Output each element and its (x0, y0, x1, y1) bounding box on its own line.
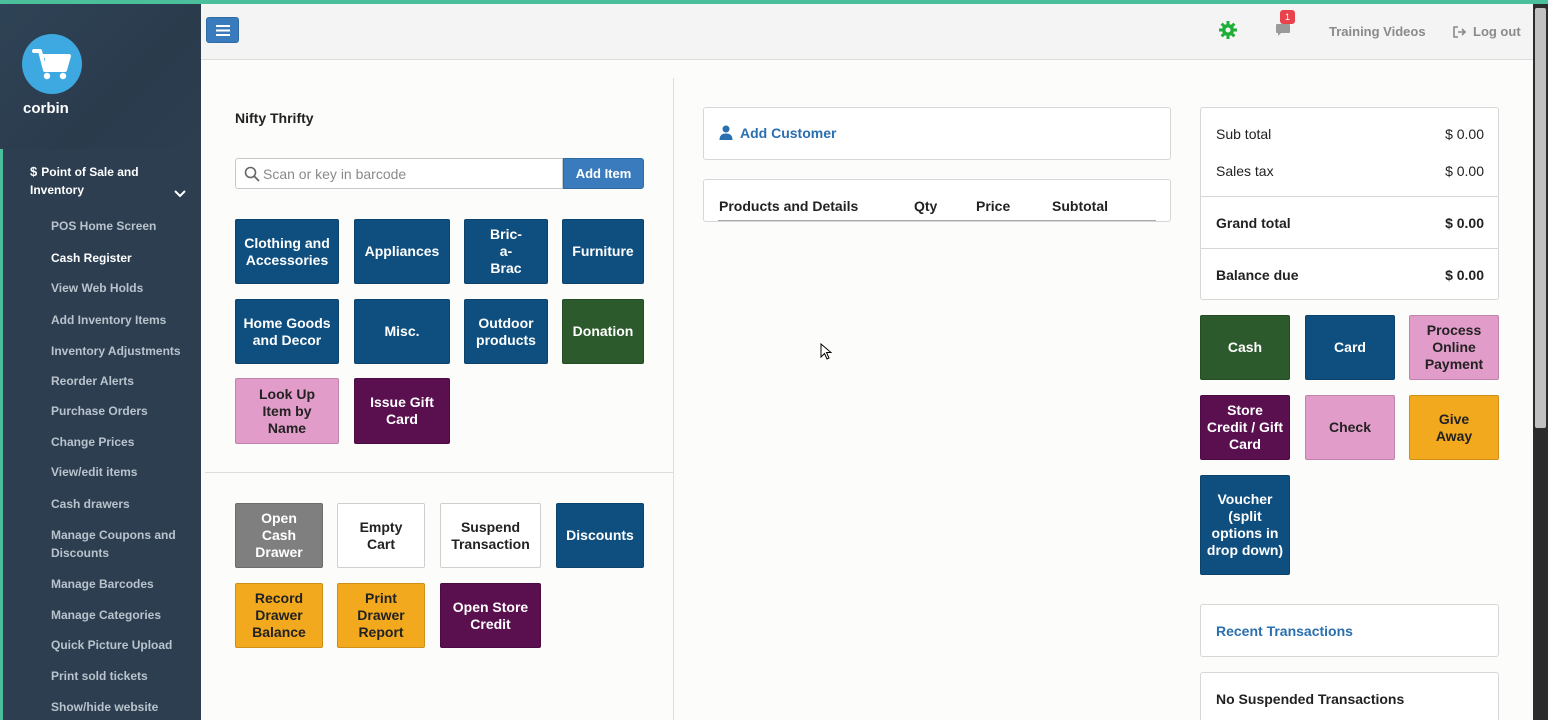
store-name: Nifty Thrifty (235, 110, 314, 126)
tile-suspend-transaction[interactable]: Suspend Transaction (440, 503, 541, 568)
recent-transactions-link[interactable]: Recent Transactions (1216, 623, 1353, 639)
tile-clothing-and-accessories[interactable]: Clothing and Accessories (235, 219, 339, 284)
add-item-button[interactable]: Add Item (563, 158, 644, 189)
tile-discounts[interactable]: Discounts (556, 503, 644, 568)
sidebar-item[interactable]: POS Home Screen (51, 217, 191, 235)
notification-badge: 1 (1280, 10, 1295, 24)
sidebar-item[interactable]: Reorder Alerts (51, 372, 191, 390)
tile-misc[interactable]: Misc. (354, 299, 450, 364)
recent-transactions-box[interactable]: Recent Transactions (1200, 604, 1499, 657)
gear-icon[interactable] (1219, 21, 1237, 44)
sidebar-item[interactable]: Cash Register (51, 249, 191, 267)
tile-home-goods-and-decor[interactable]: Home Goods and Decor (235, 299, 339, 364)
tile-bric-a-brac[interactable]: Bric-a-Brac (464, 219, 548, 284)
sidebar-item[interactable]: View Web Holds (51, 279, 191, 297)
sidebar-item[interactable]: View/edit items (51, 463, 191, 481)
balance-due-label: Balance due (1216, 267, 1299, 283)
logout-label: Log out (1473, 24, 1521, 39)
sidebar-item[interactable]: Print sold tickets (51, 667, 191, 685)
col-products-and-details: Products and Details (719, 198, 859, 214)
nav-section-header[interactable]: $ Point of Sale and Inventory (30, 163, 195, 199)
header-underline (718, 220, 1156, 221)
tile-look-up-item-by-name[interactable]: Look Up Item by Name (235, 378, 339, 444)
topbar: 1 Training Videos Log out (201, 4, 1533, 60)
sub-total-row: Sub total $ 0.00 (1216, 126, 1484, 142)
totals-box: Sub total $ 0.00 Sales tax $ 0.00 Grand … (1200, 107, 1499, 300)
user-icon (719, 125, 733, 140)
totals-divider (1201, 196, 1498, 197)
cart-logo-icon (22, 34, 82, 94)
col-qty: Qty (914, 198, 938, 214)
dollar-icon: $ (30, 164, 38, 179)
logout-link[interactable]: Log out (1453, 24, 1521, 39)
sidebar: corbin $ Point of Sale and Inventory POS … (0, 4, 201, 720)
nav-section-label: Point of Sale and Inventory (30, 165, 139, 197)
hamburger-icon (215, 24, 230, 36)
tile-issue-gift-card[interactable]: Issue Gift Card (354, 378, 450, 444)
pay-check-button[interactable]: Check (1305, 395, 1395, 460)
sales-tax-row: Sales tax $ 0.00 (1216, 163, 1484, 179)
sidebar-item[interactable]: Show/hide website items (51, 698, 191, 720)
training-videos-link[interactable]: Training Videos (1329, 24, 1426, 39)
nav-section-pos: $ Point of Sale and Inventory POS Home Sc… (0, 149, 201, 720)
tile-donation[interactable]: Donation (562, 299, 644, 364)
sidebar-item[interactable]: Manage Barcodes (51, 575, 191, 593)
tile-empty-cart[interactable]: Empty Cart (337, 503, 425, 568)
panel-divider-vertical (673, 78, 674, 720)
username: corbin (23, 100, 69, 117)
sub-total-value: $ 0.00 (1445, 126, 1484, 142)
add-customer-box[interactable]: Add Customer (703, 107, 1171, 160)
suspended-transactions-box: No Suspended Transactions (1200, 672, 1499, 720)
col-price: Price (976, 198, 1011, 214)
barcode-search (235, 158, 563, 189)
sidebar-item[interactable]: Quick Picture Upload (51, 636, 191, 654)
chevron-down-icon[interactable] (174, 185, 186, 203)
sidebar-item[interactable]: Add Inventory Items (51, 311, 191, 329)
grand-total-value: $ 0.00 (1445, 215, 1484, 231)
sidebar-item[interactable]: Inventory Adjustments (51, 342, 191, 360)
sidebar-item[interactable]: Purchase Orders (51, 402, 191, 420)
col-subtotal: Subtotal (1052, 198, 1108, 214)
cart-table: Products and Details Qty Price Subtotal (703, 179, 1171, 222)
totals-divider (1201, 248, 1498, 249)
sidebar-profile: corbin (0, 4, 201, 149)
scrollbar-thumb[interactable] (1535, 8, 1546, 428)
pay-cash-button[interactable]: Cash (1200, 315, 1290, 380)
tile-outdoor-products[interactable]: Outdoor products (464, 299, 548, 364)
add-customer-link[interactable]: Add Customer (740, 125, 836, 141)
sidebar-item[interactable]: Manage Coupons and Discounts (51, 526, 191, 562)
sidebar-item[interactable]: Manage Categories (51, 606, 191, 624)
sales-tax-value: $ 0.00 (1445, 163, 1484, 179)
tile-record-drawer-balance[interactable]: Record Drawer Balance (235, 583, 323, 648)
sub-total-label: Sub total (1216, 126, 1272, 142)
sign-out-icon (1453, 25, 1467, 38)
grand-total-label: Grand total (1216, 215, 1291, 231)
sidebar-item[interactable]: Change Prices (51, 433, 191, 451)
panel-divider (205, 472, 673, 473)
tile-furniture[interactable]: Furniture (562, 219, 644, 284)
tile-open-store-credit[interactable]: Open Store Credit (440, 583, 541, 648)
balance-due-value: $ 0.00 (1445, 267, 1484, 283)
grand-total-row: Grand total $ 0.00 (1216, 215, 1484, 231)
pay-give-away-button[interactable]: Give Away (1409, 395, 1499, 460)
sidebar-item[interactable]: Cash drawers (51, 495, 191, 513)
tile-appliances[interactable]: Appliances (354, 219, 450, 284)
mouse-cursor-icon (820, 342, 833, 366)
search-icon (244, 166, 260, 182)
suspended-transactions-label: No Suspended Transactions (1216, 691, 1405, 707)
pay-process-online-button[interactable]: Process Online Payment (1409, 315, 1499, 380)
barcode-input[interactable] (263, 163, 553, 185)
pay-voucher-button[interactable]: Voucher (split options in drop down) (1200, 475, 1290, 575)
menu-toggle-button[interactable] (206, 17, 239, 43)
sales-tax-label: Sales tax (1216, 163, 1274, 179)
balance-due-row: Balance due $ 0.00 (1216, 267, 1484, 283)
pay-store-credit-button[interactable]: Store Credit / Gift Card (1200, 395, 1290, 460)
tile-print-drawer-report[interactable]: Print Drawer Report (337, 583, 425, 648)
chat-icon[interactable] (1275, 23, 1291, 42)
pay-card-button[interactable]: Card (1305, 315, 1395, 380)
tile-open-cash-drawer[interactable]: Open Cash Drawer (235, 503, 323, 568)
